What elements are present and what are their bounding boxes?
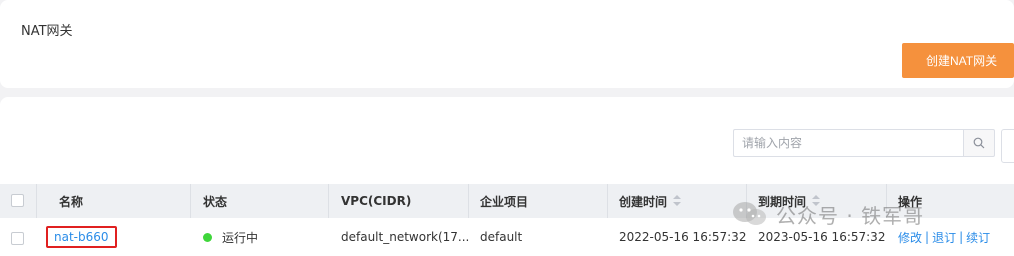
page-title: NAT网关 — [21, 24, 73, 39]
column-header-created[interactable]: 创建时间 — [619, 184, 682, 218]
column-divider — [190, 184, 191, 218]
created-cell: 2022-05-16 16:57:32 — [619, 230, 747, 244]
search-icon — [973, 137, 985, 149]
create-nat-gateway-button[interactable]: 创建NAT网关 — [902, 43, 1014, 78]
renew-link[interactable]: 续订 — [966, 229, 990, 246]
header-card: NAT网关 创建NAT网关 — [0, 0, 1014, 88]
unsubscribe-link[interactable]: 退订 — [932, 229, 956, 246]
wechat-icon — [733, 202, 766, 225]
row-checkbox[interactable] — [11, 232, 24, 245]
column-divider — [468, 184, 469, 218]
column-divider — [328, 184, 329, 218]
column-header-status: 状态 — [203, 194, 228, 209]
search-button[interactable] — [963, 129, 995, 157]
column-divider — [36, 184, 37, 218]
action-separator: | — [959, 230, 964, 244]
column-header-created-label: 创建时间 — [619, 194, 668, 209]
column-header-vpc: VPC(CIDR) — [341, 194, 412, 208]
sort-icon[interactable] — [673, 195, 682, 207]
column-header-name: 名称 — [59, 194, 84, 209]
select-all-checkbox[interactable] — [11, 194, 24, 207]
column-header-project: 企业项目 — [480, 194, 529, 209]
nat-gateway-name-link[interactable]: nat-b660 — [46, 226, 117, 248]
status-dot — [203, 232, 212, 242]
action-separator: | — [925, 230, 930, 244]
column-divider — [607, 184, 608, 218]
watermark-text: 公众号 · 铁军哥 — [776, 203, 925, 228]
project-cell: default — [480, 230, 523, 244]
watermark: 公众号 · 铁军哥 — [730, 194, 924, 234]
status-text: 运行中 — [222, 230, 259, 245]
toolbar-button[interactable] — [1001, 129, 1014, 163]
status-cell: 运行中 — [203, 218, 258, 256]
search-input[interactable] — [733, 129, 963, 157]
vpc-cell: default_network(17... — [341, 230, 470, 244]
